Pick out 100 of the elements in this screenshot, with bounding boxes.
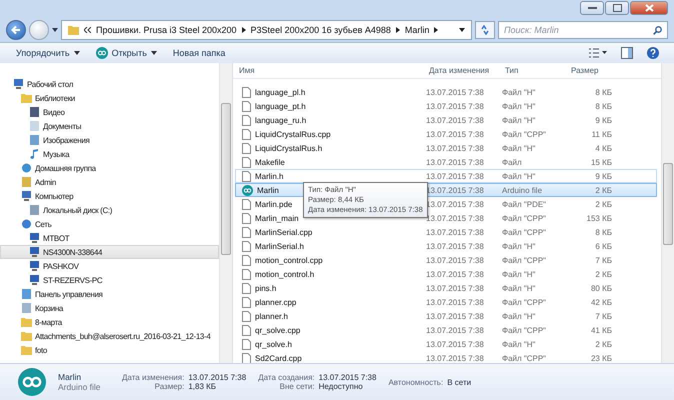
file-name: MarlinSerial.cpp xyxy=(236,226,426,238)
nav-item[interactable]: Музыка xyxy=(0,147,219,161)
file-date: 13.07.2015 7:38 xyxy=(426,326,485,334)
file-date: 13.07.2015 7:38 xyxy=(426,354,485,362)
nav-item[interactable]: Рабочий стол xyxy=(0,77,219,91)
breadcrumb-item[interactable]: P3Steel 200x200 16 зубьев A4988 xyxy=(250,25,391,35)
file-icon xyxy=(242,212,251,224)
file-type: Файл "H" xyxy=(502,102,536,110)
folder-icon xyxy=(21,317,32,327)
file-name: LiquidCrystalRus.h xyxy=(236,142,426,154)
breadcrumb-item[interactable]: Marlin xyxy=(404,25,430,35)
column-header[interactable]: Дата изменения xyxy=(423,66,499,75)
file-date: 13.07.2015 7:38 xyxy=(426,158,485,166)
property-value: Недоступно xyxy=(318,382,364,391)
file-type: Файл "CPP" xyxy=(502,256,548,264)
file-name: Makefile xyxy=(236,156,426,168)
nav-item[interactable]: Локальный диск (C:) xyxy=(0,203,219,217)
file-size: 2 КБ xyxy=(594,270,613,278)
file-icon xyxy=(242,198,251,210)
file-name: pins.h xyxy=(236,282,426,294)
nav-item[interactable]: Библиотеки xyxy=(0,91,219,105)
nav-item[interactable]: Компьютер xyxy=(0,189,219,203)
nav-item[interactable]: Attachments_buh@alserosert.ru_2016-03-21_12-13-4 xyxy=(0,329,219,343)
column-header[interactable]: Тип xyxy=(499,66,565,75)
desktop-icon xyxy=(13,79,24,89)
file-date: 13.07.2015 7:38 xyxy=(426,172,485,180)
open-button[interactable]: Открыть xyxy=(90,45,163,61)
file-name: motion_control.h xyxy=(236,268,426,280)
column-header[interactable]: Размер xyxy=(565,66,615,75)
infinity-logo-icon xyxy=(96,47,108,59)
file-size: 7 КБ xyxy=(594,256,613,264)
property-label: Дата создания: xyxy=(258,373,315,382)
chevron-right-icon[interactable] xyxy=(434,27,438,33)
music-icon xyxy=(29,149,40,159)
file-type: Файл "H" xyxy=(502,88,536,96)
file-icon xyxy=(242,282,251,294)
caret-icon xyxy=(74,51,80,55)
file-icon xyxy=(242,86,251,98)
dropdown-caret-icon[interactable] xyxy=(459,28,465,32)
back-button[interactable] xyxy=(6,20,26,40)
nav-item[interactable]: Документы xyxy=(0,119,219,133)
maximize-icon xyxy=(612,4,622,12)
nav-item[interactable]: Admin xyxy=(0,175,219,189)
minimize-icon xyxy=(588,6,596,10)
search-field[interactable]: Поиск: Marlin xyxy=(498,21,668,39)
file-icon xyxy=(242,142,251,154)
scrollbar[interactable] xyxy=(219,63,232,363)
file-date: 13.07.2015 7:38 xyxy=(426,298,485,306)
nav-item[interactable]: 8-марта xyxy=(0,315,219,329)
chevron-right-icon[interactable] xyxy=(396,27,400,33)
file-type: Файл "CPP" xyxy=(502,354,548,362)
nav-item[interactable]: Корзина xyxy=(0,301,219,315)
file-name: language_ru.h xyxy=(236,114,426,126)
file-name: LiquidCrystalRus.cpp xyxy=(236,128,426,140)
minimize-button[interactable] xyxy=(580,1,604,15)
address-bar[interactable]: Прошивки. Prusa i3 Steel 200x200 P3Steel 200x200 16 зубьев A4988 Marlin xyxy=(61,20,472,40)
search-icon xyxy=(653,26,662,34)
maximize-button[interactable] xyxy=(605,1,629,15)
search-input[interactable]: Поиск: Marlin xyxy=(504,25,653,35)
file-name: language_pt.h xyxy=(236,100,426,112)
file-name: Marlin.h xyxy=(236,170,426,182)
scrollbar[interactable] xyxy=(661,63,674,363)
infinity-logo-icon xyxy=(18,368,46,396)
file-size: 42 КБ xyxy=(590,298,613,306)
file-icon xyxy=(242,240,251,252)
file-size: 9 КБ xyxy=(594,172,613,180)
history-caret-icon[interactable] xyxy=(52,28,58,32)
file-date: 13.07.2015 7:38 xyxy=(426,200,485,208)
nav-item[interactable]: Сеть xyxy=(0,217,219,231)
file-date: 13.07.2015 7:38 xyxy=(426,144,485,152)
file-size: 11 КБ xyxy=(590,130,613,138)
file-size: 41 КБ xyxy=(590,326,613,334)
chevron-right-icon[interactable] xyxy=(242,27,246,33)
new-folder-button[interactable]: Новая папка xyxy=(166,46,232,60)
nav-item[interactable]: Панель управления xyxy=(0,287,219,301)
file-type: Файл "CPP" xyxy=(502,298,548,306)
nav-item[interactable]: Видео xyxy=(0,105,219,119)
file-icon xyxy=(242,114,251,126)
nav-item[interactable]: Домашняя группа xyxy=(0,161,219,175)
property-label: Вне сети: xyxy=(278,382,315,391)
nav-item[interactable]: foto xyxy=(0,343,219,357)
file-type: Файл "H" xyxy=(502,116,536,124)
nav-item[interactable]: Изображения xyxy=(0,133,219,147)
refresh-button[interactable] xyxy=(475,21,495,39)
column-header[interactable]: Имя xyxy=(233,66,423,75)
nav-item[interactable]: PASHKOV xyxy=(0,259,219,273)
file-name: motion_control.cpp xyxy=(236,254,426,266)
organize-button[interactable]: Упорядочить xyxy=(10,46,86,60)
file-icon xyxy=(242,310,251,322)
breadcrumb-item[interactable]: Прошивки. Prusa i3 Steel 200x200 xyxy=(96,25,237,35)
nav-item[interactable]: ST-REZERVS-PC xyxy=(0,273,219,287)
file-icon xyxy=(242,254,251,266)
file-date: 13.07.2015 7:38 xyxy=(426,214,485,222)
nav-item[interactable]: NS4300N-338644 xyxy=(0,245,219,259)
file-icon xyxy=(242,170,251,182)
file-date: 13.07.2015 7:38 xyxy=(426,102,485,110)
file-name: Sd2Card.cpp xyxy=(236,352,426,363)
property-label: Автономность: xyxy=(388,378,444,386)
nav-item[interactable]: MTBOT xyxy=(0,231,219,245)
close-button[interactable] xyxy=(630,1,668,15)
